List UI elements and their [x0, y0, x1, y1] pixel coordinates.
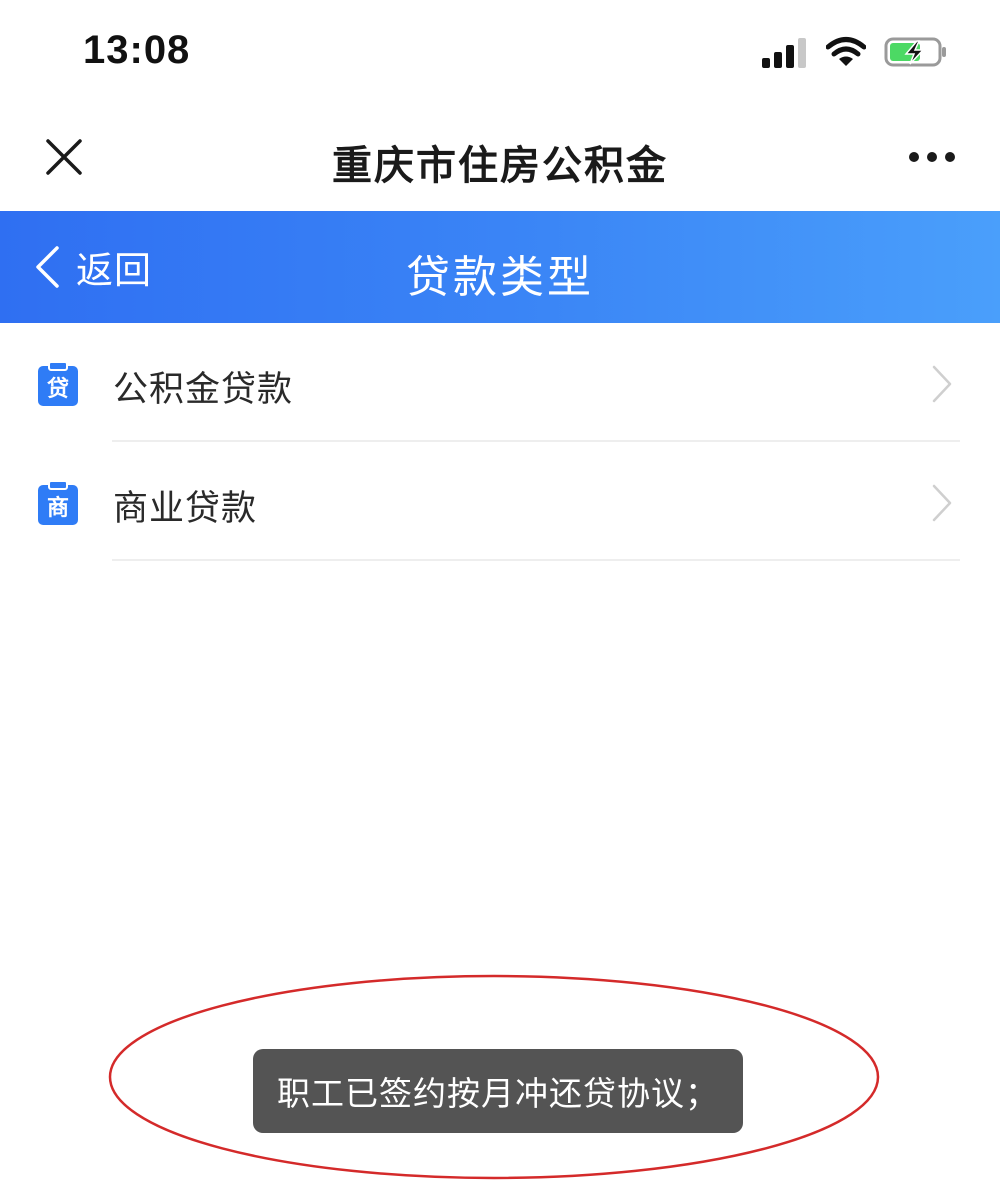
header-title: 贷款类型 [406, 252, 594, 303]
loan-icon: 贷 [38, 361, 78, 406]
status-bar: 13:08 [0, 0, 1000, 105]
list-item-provident-fund-loan[interactable]: 贷 公积金贷款 [0, 323, 1000, 442]
chevron-right-icon [932, 365, 952, 403]
signal-icon [762, 38, 806, 68]
status-time: 13:08 [83, 28, 191, 72]
commercial-icon-glyph: 商 [47, 495, 69, 521]
divider [112, 559, 960, 561]
loan-type-list: 贷 公积金贷款 商 商业贷款 [0, 323, 1000, 561]
status-icons [762, 34, 948, 70]
wifi-icon [826, 37, 866, 66]
list-item-label: 公积金贷款 [113, 370, 294, 410]
title-bar: 重庆市住房公积金 [0, 105, 1000, 211]
commercial-icon: 商 [38, 480, 78, 525]
chevron-right-icon [932, 484, 952, 522]
page-title: 重庆市住房公积金 [332, 143, 668, 189]
loan-type-header: 返回 贷款类型 [0, 211, 1000, 323]
toast-message: 职工已签约按月冲还贷协议； [277, 1074, 719, 1113]
list-item-commercial-loan[interactable]: 商 商业贷款 [0, 442, 1000, 561]
loan-icon-glyph: 贷 [47, 376, 69, 402]
more-icon[interactable] [908, 149, 956, 165]
list-item-label: 商业贷款 [113, 489, 258, 529]
battery-charging-icon [884, 37, 946, 67]
toast: 职工已签约按月冲还贷协议； [253, 1049, 743, 1133]
